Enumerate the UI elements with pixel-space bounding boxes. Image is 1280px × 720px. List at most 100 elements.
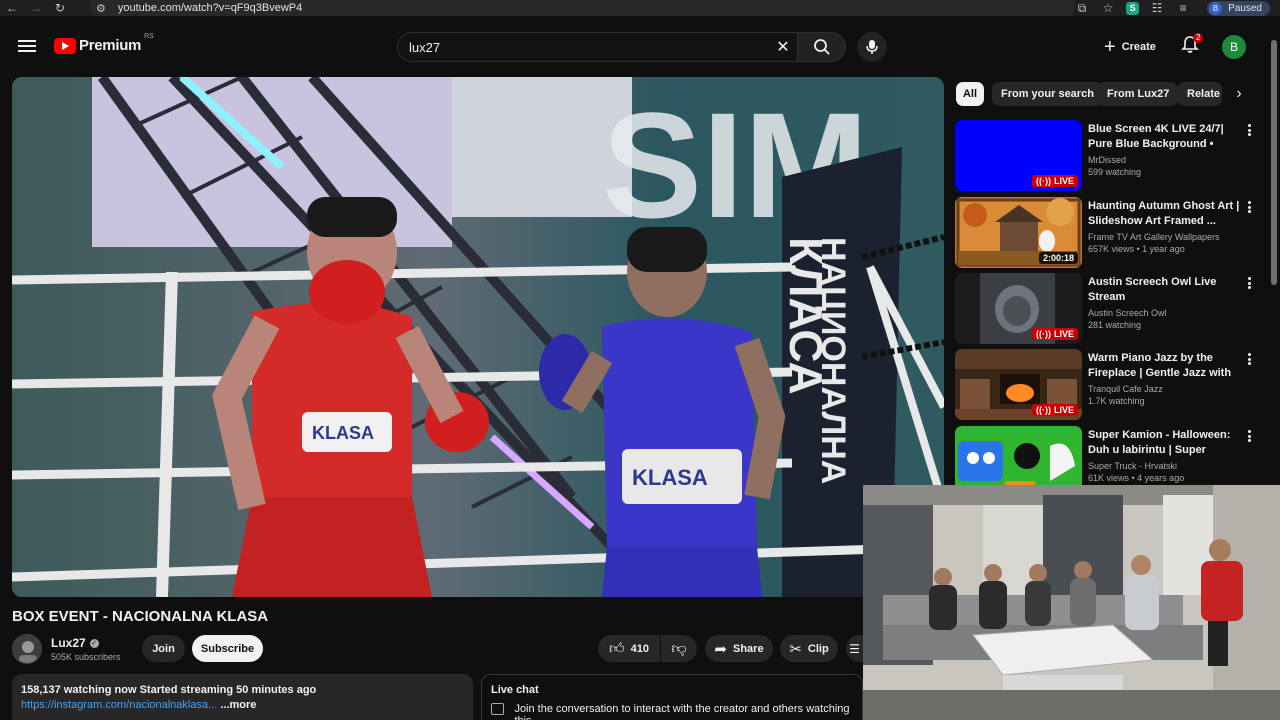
- live-chat-panel: Live chat Join the conversation to inter…: [481, 674, 863, 720]
- instagram-link[interactable]: https://instagram.com/nacionalnaklasa...: [21, 699, 217, 711]
- recommendation-item[interactable]: ((·)) LIVE Austin Screech Owl Live Strea…: [955, 273, 1255, 345]
- dislike-button[interactable]: 👎︎: [661, 635, 697, 662]
- save-icon: ☰: [849, 641, 860, 656]
- search-input[interactable]: lux27 ✕: [397, 32, 798, 62]
- more-options-icon[interactable]: [1244, 351, 1254, 367]
- verified-check-icon: ✓: [89, 638, 99, 648]
- menu-icon[interactable]: [18, 40, 36, 52]
- like-button[interactable]: 👍︎ 410: [598, 635, 660, 662]
- youtube-header: Premium RS lux27 ✕ + Create 2 B: [0, 16, 1280, 72]
- recommendation-title: Austin Screech Owl Live Stream: [1088, 276, 1217, 303]
- channel-name-text: Lux27: [51, 636, 86, 650]
- share-arrow-icon: ➦: [714, 640, 727, 658]
- video-title: BOX EVENT - NACIONALNA KLASA: [12, 608, 269, 625]
- live-badge-text: LIVE: [1053, 176, 1074, 186]
- live-broadcast-icon: ((·)): [1035, 176, 1051, 186]
- recommendation-item[interactable]: Super Kamion - Halloween: Duh u labirint…: [955, 426, 1255, 485]
- more-options-icon[interactable]: [1244, 428, 1254, 444]
- create-label: Create: [1121, 41, 1156, 53]
- forward-icon[interactable]: →: [24, 0, 48, 16]
- reading-list-icon[interactable]: ≡: [1175, 1, 1191, 15]
- chat-icon: [491, 703, 505, 715]
- channel-name[interactable]: Lux27 ✓: [51, 636, 99, 650]
- channel-avatar-image: [13, 635, 41, 663]
- recommendation-meta: 61K views • 4 years ago: [1088, 473, 1185, 483]
- share-label: Share: [733, 642, 764, 655]
- recommendation-item[interactable]: ((·)) LIVE Blue Screen 4K LIVE 24/7| Pur…: [955, 120, 1255, 192]
- more-options-icon[interactable]: [1244, 275, 1254, 291]
- video-thumbnail[interactable]: [955, 426, 1082, 485]
- live-badge-text: LIVE: [1053, 329, 1074, 339]
- reload-icon[interactable]: ↻: [48, 0, 72, 16]
- svg-text:KLASA: KLASA: [312, 423, 374, 443]
- more-link[interactable]: ...more: [220, 699, 256, 711]
- live-badge: ((·)) LIVE: [1031, 328, 1078, 340]
- url-text: youtube.com/watch?v=qF9q3BvewP4: [117, 2, 303, 14]
- join-button[interactable]: Join: [142, 635, 185, 662]
- account-avatar[interactable]: B: [1222, 35, 1246, 59]
- chip-related[interactable]: Relate: [1178, 82, 1222, 106]
- channel-avatar[interactable]: [12, 634, 42, 664]
- view-stats: 158,137 watching now Started streaming 5…: [21, 684, 317, 696]
- search-icon: [813, 39, 830, 55]
- chip-from-lux27[interactable]: From Lux27: [1098, 82, 1179, 106]
- extension-icon[interactable]: S: [1126, 1, 1140, 15]
- webcam-overlay: [863, 485, 1280, 720]
- clear-search-icon[interactable]: ✕: [773, 37, 793, 57]
- chevron-right-icon[interactable]: ›: [1228, 82, 1250, 106]
- profile-avatar: B: [1209, 1, 1223, 15]
- microphone-icon: [866, 40, 878, 54]
- install-app-icon[interactable]: ⧉: [1074, 1, 1090, 16]
- back-icon[interactable]: ←: [0, 0, 24, 16]
- live-badge-text: LIVE: [1053, 405, 1074, 415]
- chip-all[interactable]: All: [956, 82, 984, 106]
- thumbs-up-icon: 👍︎: [608, 639, 625, 657]
- save-button[interactable]: ☰: [846, 635, 863, 662]
- profile-status: Paused: [1228, 2, 1262, 14]
- recommendation-item[interactable]: ((·)) LIVE Warm Piano Jazz by the Firepl…: [955, 349, 1255, 421]
- clip-label: Clip: [807, 642, 829, 655]
- logo-text: Premium: [79, 37, 142, 54]
- more-options-icon[interactable]: [1244, 199, 1254, 215]
- search-query: lux27: [409, 39, 441, 55]
- profile-button[interactable]: B Paused: [1207, 0, 1270, 16]
- live-badge: ((·)) LIVE: [1031, 404, 1078, 416]
- recommendation-channel: MrDissed: [1088, 155, 1127, 165]
- page-scrollbar[interactable]: [1271, 40, 1277, 285]
- clip-button[interactable]: ✂ Clip: [780, 635, 838, 662]
- voice-search-button[interactable]: [857, 32, 887, 62]
- plus-icon: +: [1104, 36, 1116, 58]
- share-button[interactable]: ➦ Share: [705, 635, 773, 662]
- recommendation-channel: Super Truck - Hrvatski: [1088, 461, 1178, 471]
- live-broadcast-icon: ((·)): [1035, 405, 1051, 415]
- video-thumbnail[interactable]: ((·)) LIVE: [955, 273, 1082, 344]
- address-bar[interactable]: ⚙ youtube.com/watch?v=qF9q3BvewP4: [90, 0, 1075, 16]
- recommendation-meta: 1.7K watching: [1088, 396, 1145, 406]
- more-options-icon[interactable]: [1244, 122, 1254, 138]
- country-code: RS: [144, 33, 154, 40]
- create-button[interactable]: + Create: [1098, 35, 1162, 59]
- recommendation-title: Super Kamion - Halloween: Duh u labirint…: [1088, 429, 1231, 456]
- video-thumbnail[interactable]: ((·)) LIVE: [955, 120, 1082, 191]
- subscribe-button[interactable]: Subscribe: [192, 635, 263, 662]
- scissors-icon: ✂: [789, 640, 802, 658]
- recommendation-title: Blue Screen 4K LIVE 24/7| Pure Blue Back…: [1088, 123, 1224, 150]
- recommendation-item[interactable]: 2:00:18 Haunting Autumn Ghost Art | Slid…: [955, 197, 1255, 269]
- video-thumbnail[interactable]: ((·)) LIVE: [955, 349, 1082, 420]
- browser-toolbar: ← → ↻ ⚙ youtube.com/watch?v=qF9q3BvewP4 …: [0, 0, 1280, 16]
- notifications-button[interactable]: 2: [1181, 33, 1204, 57]
- extensions-puzzle-icon[interactable]: ☷: [1149, 1, 1165, 15]
- chip-from-your-search[interactable]: From your search: [992, 82, 1103, 106]
- live-broadcast-icon: ((·)): [1035, 329, 1051, 339]
- site-settings-icon[interactable]: ⚙: [96, 2, 106, 15]
- bookmark-star-icon[interactable]: ☆: [1100, 1, 1116, 15]
- description-box[interactable]: 158,137 watching now Started streaming 5…: [12, 674, 473, 720]
- search-button[interactable]: [798, 32, 846, 62]
- live-chat-join-text: Join the conversation to interact with t…: [514, 703, 850, 720]
- notification-count: 2: [1193, 33, 1204, 43]
- super-truck-thumbnail: [955, 426, 1082, 485]
- video-thumbnail[interactable]: 2:00:18: [955, 197, 1082, 268]
- recommendation-title: Haunting Autumn Ghost Art | Slideshow Ar…: [1088, 200, 1240, 227]
- video-player[interactable]: SIM НАЦИОНАЛНА КЛАСА KLASA KLASA: [12, 77, 944, 597]
- youtube-premium-logo[interactable]: Premium RS: [54, 33, 154, 54]
